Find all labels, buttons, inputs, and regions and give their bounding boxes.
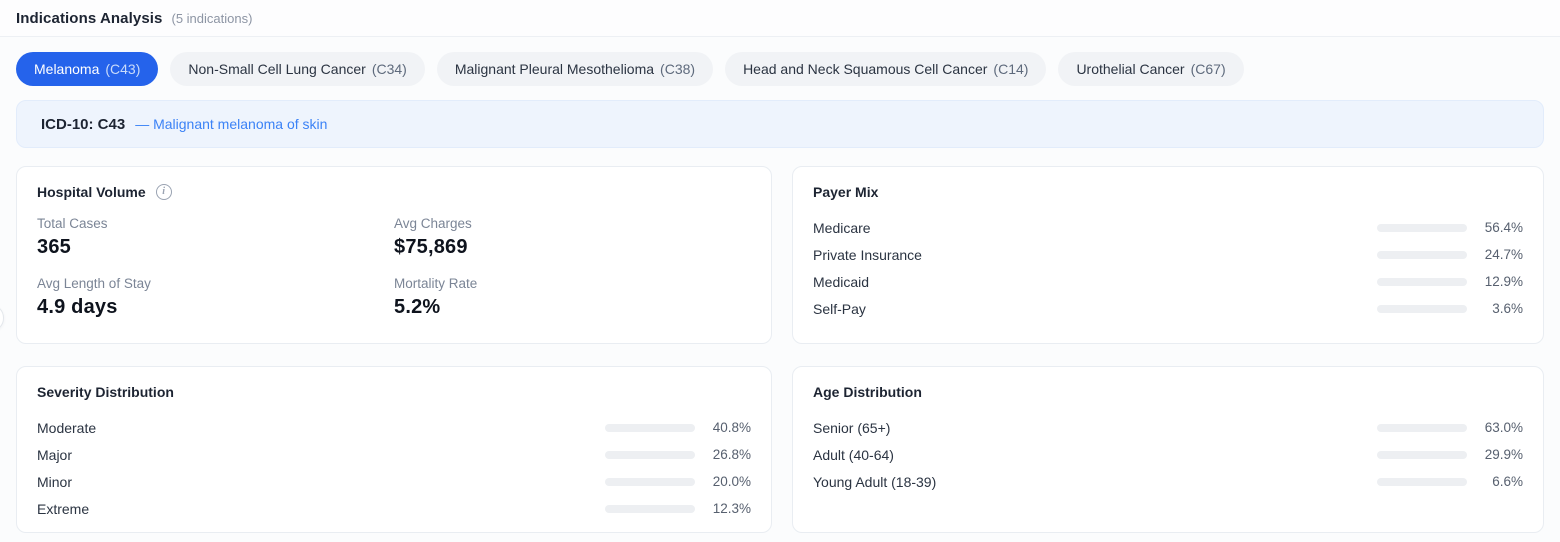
bar-value: 40.8% xyxy=(695,420,751,435)
payer-row-medicare: Medicare 56.4% xyxy=(813,214,1523,241)
icd-code-label: ICD-10: C43 xyxy=(41,116,125,133)
bar-value: 29.9% xyxy=(1467,447,1523,462)
card-title: Hospital Volume xyxy=(37,184,146,200)
icd-banner: ICD-10: C43 — Malignant melanoma of skin xyxy=(16,100,1544,148)
bar-label: Medicaid xyxy=(813,274,1377,290)
bar-value: 56.4% xyxy=(1467,220,1523,235)
bar-track xyxy=(1377,251,1467,259)
tab-label: Urothelial Cancer xyxy=(1076,61,1184,77)
severity-row-minor: Minor 20.0% xyxy=(37,468,751,495)
payer-row-private-insurance: Private Insurance 24.7% xyxy=(813,241,1523,268)
severity-row-extreme: Extreme 12.3% xyxy=(37,495,751,522)
metric-value: $75,869 xyxy=(394,236,751,259)
bar-value: 24.7% xyxy=(1467,247,1523,262)
metrics-grid: Total Cases 365 Avg Charges $75,869 Avg … xyxy=(37,216,751,319)
age-rows: Senior (65+) 63.0% Adult (40-64) 29.9% Y… xyxy=(813,414,1523,495)
bar-label: Minor xyxy=(37,474,605,490)
bar-label: Young Adult (18-39) xyxy=(813,474,1377,490)
bar-track xyxy=(1377,424,1467,432)
tab-code: (C43) xyxy=(105,61,140,77)
age-row-young-adult: Young Adult (18-39) 6.6% xyxy=(813,468,1523,495)
card-title: Payer Mix xyxy=(813,184,878,200)
bar-track xyxy=(605,478,695,486)
page-header: Indications Analysis (5 indications) xyxy=(0,0,1560,37)
bar-value: 12.9% xyxy=(1467,274,1523,289)
payer-mix-card: Payer Mix Medicare 56.4% Private Insuran… xyxy=(792,166,1544,344)
bar-label: Medicare xyxy=(813,220,1377,236)
icd-description: — Malignant melanoma of skin xyxy=(135,116,327,132)
bar-track xyxy=(605,505,695,513)
age-row-senior: Senior (65+) 63.0% xyxy=(813,414,1523,441)
bar-value: 63.0% xyxy=(1467,420,1523,435)
bar-value: 6.6% xyxy=(1467,474,1523,489)
bar-label: Extreme xyxy=(37,501,605,517)
tab-code: (C67) xyxy=(1191,61,1226,77)
tab-code: (C14) xyxy=(993,61,1028,77)
info-icon[interactable]: i xyxy=(156,184,172,200)
severity-row-moderate: Moderate 40.8% xyxy=(37,414,751,441)
tab-label: Non-Small Cell Lung Cancer xyxy=(188,61,365,77)
hospital-volume-card: Hospital Volume i Total Cases 365 Avg Ch… xyxy=(16,166,772,344)
metric-avg-length-of-stay: Avg Length of Stay 4.9 days xyxy=(37,276,394,319)
bar-label: Moderate xyxy=(37,420,605,436)
tab-nsclc[interactable]: Non-Small Cell Lung Cancer (C34) xyxy=(170,52,424,86)
bar-label: Self-Pay xyxy=(813,301,1377,317)
payer-mix-rows: Medicare 56.4% Private Insurance 24.7% M… xyxy=(813,214,1523,322)
bar-label: Major xyxy=(37,447,605,463)
tab-melanoma[interactable]: Melanoma (C43) xyxy=(16,52,158,86)
bar-label: Private Insurance xyxy=(813,247,1377,263)
indication-count: (5 indications) xyxy=(172,11,253,26)
tab-label: Melanoma xyxy=(34,61,99,77)
card-title: Severity Distribution xyxy=(37,384,174,400)
metric-value: 4.9 days xyxy=(37,296,394,319)
bar-track xyxy=(1377,305,1467,313)
metric-label: Total Cases xyxy=(37,216,394,231)
payer-row-medicaid: Medicaid 12.9% xyxy=(813,268,1523,295)
metric-total-cases: Total Cases 365 xyxy=(37,216,394,259)
payer-row-self-pay: Self-Pay 3.6% xyxy=(813,295,1523,322)
tab-code: (C34) xyxy=(372,61,407,77)
bar-track xyxy=(605,424,695,432)
metric-value: 365 xyxy=(37,236,394,259)
tab-head-neck[interactable]: Head and Neck Squamous Cell Cancer (C14) xyxy=(725,52,1046,86)
metric-label: Avg Length of Stay xyxy=(37,276,394,291)
bar-track xyxy=(1377,451,1467,459)
severity-rows: Moderate 40.8% Major 26.8% Minor 20.0% E… xyxy=(37,414,751,522)
tab-urothelial[interactable]: Urothelial Cancer (C67) xyxy=(1058,52,1243,86)
bar-value: 20.0% xyxy=(695,474,751,489)
metric-mortality-rate: Mortality Rate 5.2% xyxy=(394,276,751,319)
tab-mesothelioma[interactable]: Malignant Pleural Mesothelioma (C38) xyxy=(437,52,713,86)
metric-label: Avg Charges xyxy=(394,216,751,231)
bar-track xyxy=(1377,278,1467,286)
metric-label: Mortality Rate xyxy=(394,276,751,291)
metric-value: 5.2% xyxy=(394,296,751,319)
bar-label: Adult (40-64) xyxy=(813,447,1377,463)
tab-label: Malignant Pleural Mesothelioma xyxy=(455,61,654,77)
main-content: Melanoma (C43) Non-Small Cell Lung Cance… xyxy=(0,52,1560,533)
card-title: Age Distribution xyxy=(813,384,922,400)
severity-row-major: Major 26.8% xyxy=(37,441,751,468)
page-title: Indications Analysis xyxy=(16,10,163,27)
age-row-adult: Adult (40-64) 29.9% xyxy=(813,441,1523,468)
age-distribution-card: Age Distribution Senior (65+) 63.0% Adul… xyxy=(792,366,1544,533)
tab-label: Head and Neck Squamous Cell Cancer xyxy=(743,61,987,77)
bar-label: Senior (65+) xyxy=(813,420,1377,436)
bar-track xyxy=(605,451,695,459)
tab-code: (C38) xyxy=(660,61,695,77)
bar-track xyxy=(1377,224,1467,232)
bar-value: 26.8% xyxy=(695,447,751,462)
bar-value: 3.6% xyxy=(1467,301,1523,316)
severity-distribution-card: Severity Distribution Moderate 40.8% Maj… xyxy=(16,366,772,533)
cards-grid: Hospital Volume i Total Cases 365 Avg Ch… xyxy=(16,166,1544,533)
metric-avg-charges: Avg Charges $75,869 xyxy=(394,216,751,259)
indication-tabs: Melanoma (C43) Non-Small Cell Lung Cance… xyxy=(16,52,1544,86)
bar-value: 12.3% xyxy=(695,501,751,516)
bar-track xyxy=(1377,478,1467,486)
